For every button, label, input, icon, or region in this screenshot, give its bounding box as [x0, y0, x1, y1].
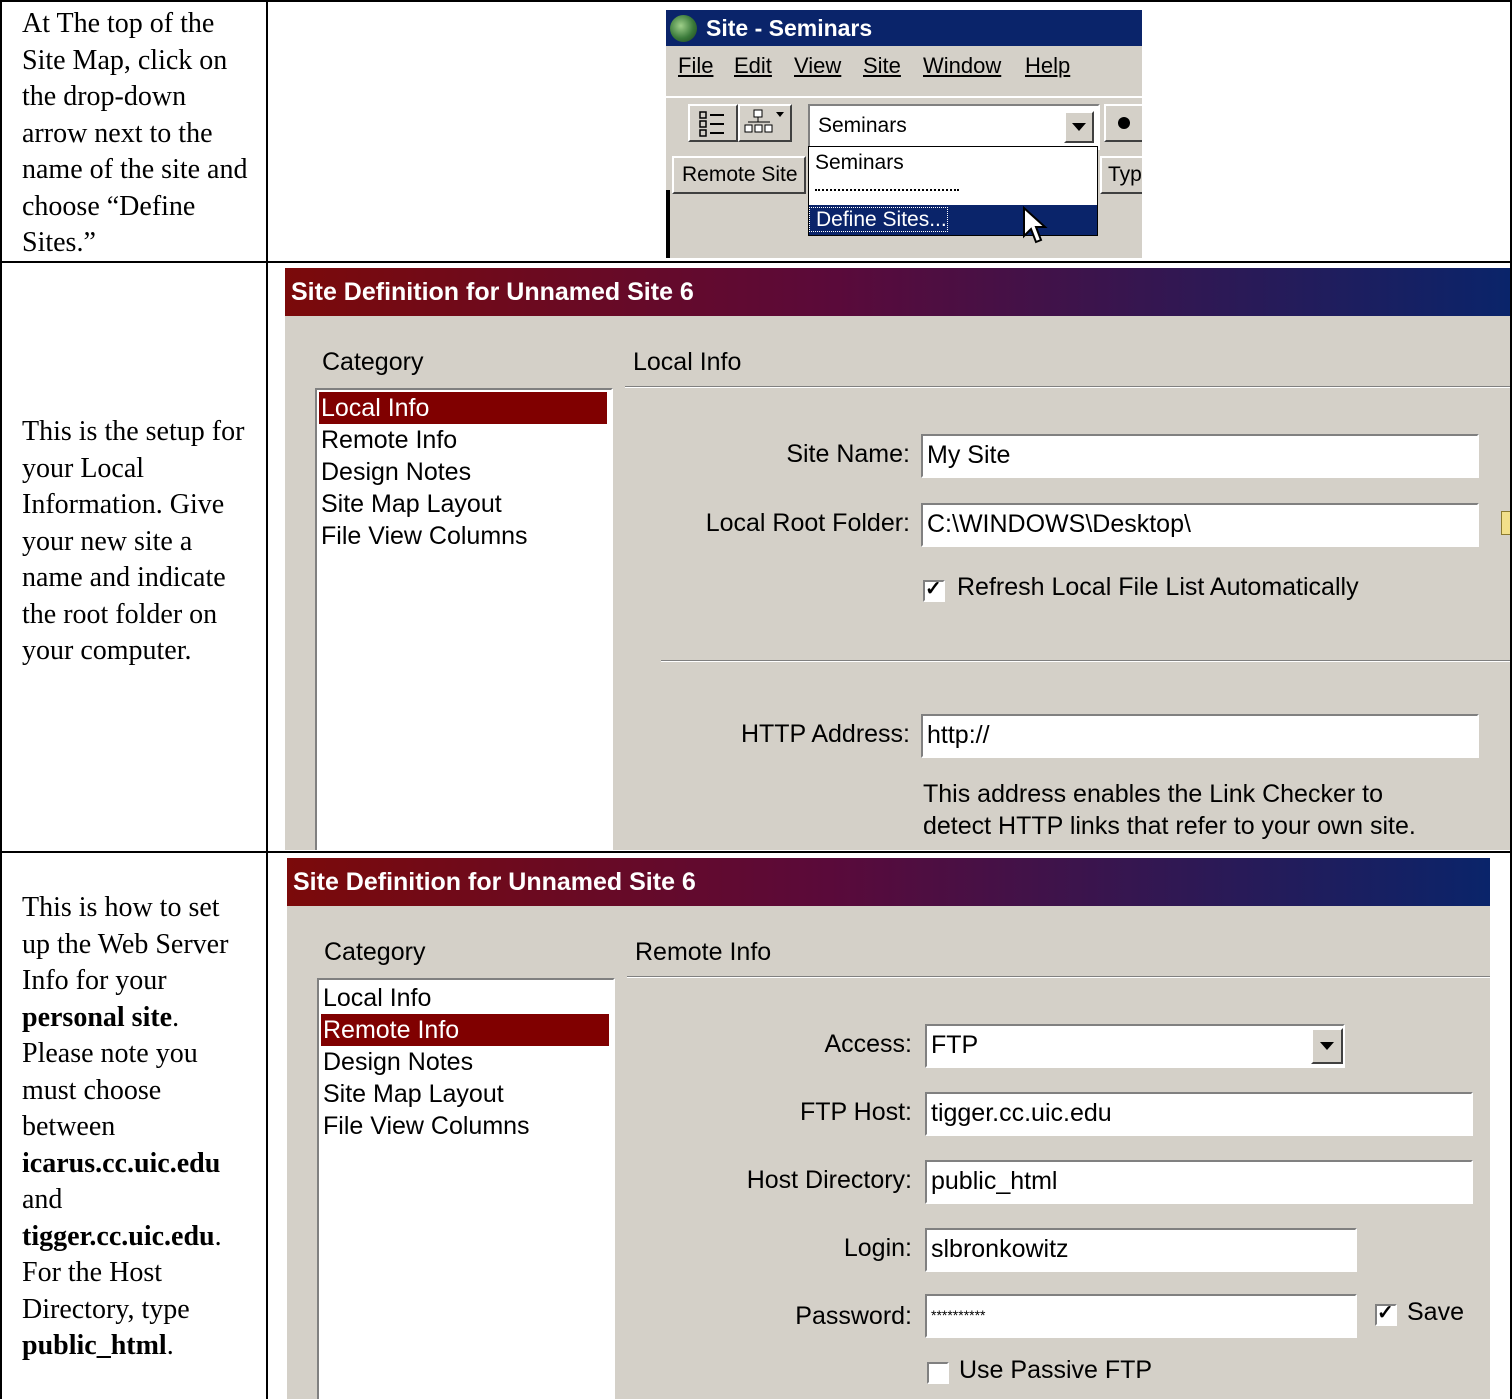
category-file-view-columns[interactable]: File View Columns	[321, 1110, 530, 1142]
menu-bar: File Edit View Site Window Help	[666, 46, 1142, 86]
menu-window[interactable]: Window	[923, 46, 1001, 86]
save-password-label: Save	[1407, 1298, 1464, 1326]
file-pane-border	[666, 190, 670, 258]
category-site-map-layout[interactable]: Site Map Layout	[319, 488, 502, 520]
site-select-arrow-icon[interactable]	[1064, 111, 1094, 143]
dialog-title: Site Definition for Unnamed Site 6	[287, 858, 1490, 906]
category-file-view-columns[interactable]: File View Columns	[319, 520, 528, 552]
table-border-left	[0, 0, 2, 1399]
login-label: Login:	[843, 1234, 912, 1262]
category-label: Category	[322, 348, 424, 376]
host-directory-label: Host Directory:	[746, 1166, 912, 1194]
local-root-folder-field[interactable]: C:\WINDOWS\Desktop\	[921, 503, 1479, 547]
login-field[interactable]: slbronkowitz	[925, 1228, 1357, 1272]
instruction-step-2: This is the setup for your Local Informa…	[22, 416, 245, 666]
section-label: Local Info	[633, 348, 742, 376]
local-info-dialog: Site Definition for Unnamed Site 6 Categ…	[285, 268, 1510, 850]
category-label: Category	[324, 938, 426, 966]
connect-icon	[1118, 117, 1130, 129]
column-header-remote-site[interactable]: Remote Site	[672, 156, 806, 194]
save-password-checkbox[interactable]	[1375, 1300, 1397, 1326]
access-select-value: FTP	[931, 1031, 979, 1059]
folder-icon[interactable]	[1501, 511, 1510, 535]
file-view-button[interactable]	[688, 104, 738, 142]
mouse-pointer-icon	[1023, 206, 1048, 244]
dropdown-separator	[815, 189, 959, 191]
local-root-folder-label: Local Root Folder:	[705, 509, 910, 537]
instruction-step-1: At The top of the Site Map, click on the…	[22, 8, 248, 258]
menu-view[interactable]: View	[794, 46, 841, 86]
ftp-host-label: FTP Host:	[799, 1098, 912, 1126]
table-border-middle	[266, 0, 268, 1399]
site-window-title: Site - Seminars	[706, 15, 873, 41]
category-design-notes[interactable]: Design Notes	[319, 456, 471, 488]
http-address-label: HTTP Address:	[740, 720, 910, 748]
site-window-titlebar: Site - Seminars	[666, 10, 1142, 46]
http-note-line-1: This address enables the Link Checker to	[923, 780, 1383, 808]
column-header-type[interactable]: Typ	[1100, 156, 1142, 194]
menu-help[interactable]: Help	[1025, 46, 1070, 86]
site-window-screenshot: Site - Seminars File Edit View Site Wind…	[666, 10, 1142, 258]
refresh-label: Refresh Local File List Automatically	[957, 573, 1359, 601]
dialog-title: Site Definition for Unnamed Site 6	[285, 268, 1510, 316]
category-list: Local Info Remote Info Design Notes Site…	[317, 978, 615, 1399]
ftp-host-field[interactable]: tigger.cc.uic.edu	[925, 1092, 1473, 1136]
refresh-checkbox[interactable]	[923, 576, 945, 602]
password-field[interactable]: **********	[925, 1294, 1357, 1338]
table-border-top	[0, 0, 1512, 2]
section-divider	[627, 976, 1490, 978]
site-select[interactable]: Seminars	[808, 104, 1100, 150]
menu-file[interactable]: File	[678, 46, 713, 86]
file-list-icon	[699, 111, 724, 137]
site-dropdown-list: Seminars Define Sites...	[808, 146, 1098, 236]
passive-ftp-checkbox[interactable]	[927, 1362, 949, 1384]
dropdown-option-seminars[interactable]: Seminars	[815, 151, 904, 175]
site-map-button[interactable]	[738, 104, 792, 142]
category-local-info[interactable]: Local Info	[319, 392, 607, 424]
site-select-value: Seminars	[818, 114, 907, 137]
menu-site[interactable]: Site	[863, 46, 901, 86]
http-divider	[661, 660, 1510, 662]
instruction-step-3: This is how to set up the Web Server Inf…	[22, 892, 229, 1361]
passive-ftp-label: Use Passive FTP	[959, 1356, 1153, 1384]
site-name-label: Site Name:	[786, 440, 910, 468]
category-site-map-layout[interactable]: Site Map Layout	[321, 1078, 504, 1110]
category-list: Local Info Remote Info Design Notes Site…	[315, 388, 613, 850]
category-remote-info[interactable]: Remote Info	[321, 1014, 609, 1046]
category-design-notes[interactable]: Design Notes	[321, 1046, 473, 1078]
remote-info-dialog: Site Definition for Unnamed Site 6 Categ…	[287, 858, 1490, 1399]
password-label: Password:	[795, 1302, 912, 1330]
access-label: Access:	[824, 1030, 912, 1058]
dropdown-option-define-sites[interactable]: Define Sites...	[809, 205, 1097, 235]
site-name-field[interactable]: My Site	[921, 434, 1479, 478]
http-note-line-2: detect HTTP links that refer to your own…	[923, 812, 1416, 840]
section-divider	[625, 386, 1510, 388]
site-map-icon	[744, 109, 784, 133]
access-select[interactable]: FTP	[925, 1024, 1345, 1068]
section-label: Remote Info	[635, 938, 772, 966]
connect-button[interactable]	[1104, 104, 1142, 142]
menu-edit[interactable]: Edit	[734, 46, 772, 86]
category-local-info[interactable]: Local Info	[321, 982, 431, 1014]
table-row-divider-2	[0, 851, 1512, 853]
http-address-field[interactable]: http://	[921, 714, 1479, 758]
instruction-table: At The top of the Site Map, click on the…	[0, 0, 1512, 1399]
dreamweaver-logo-icon	[670, 15, 697, 42]
host-directory-field[interactable]: public_html	[925, 1160, 1473, 1204]
access-select-arrow-icon[interactable]	[1311, 1028, 1343, 1064]
category-remote-info[interactable]: Remote Info	[319, 424, 457, 456]
